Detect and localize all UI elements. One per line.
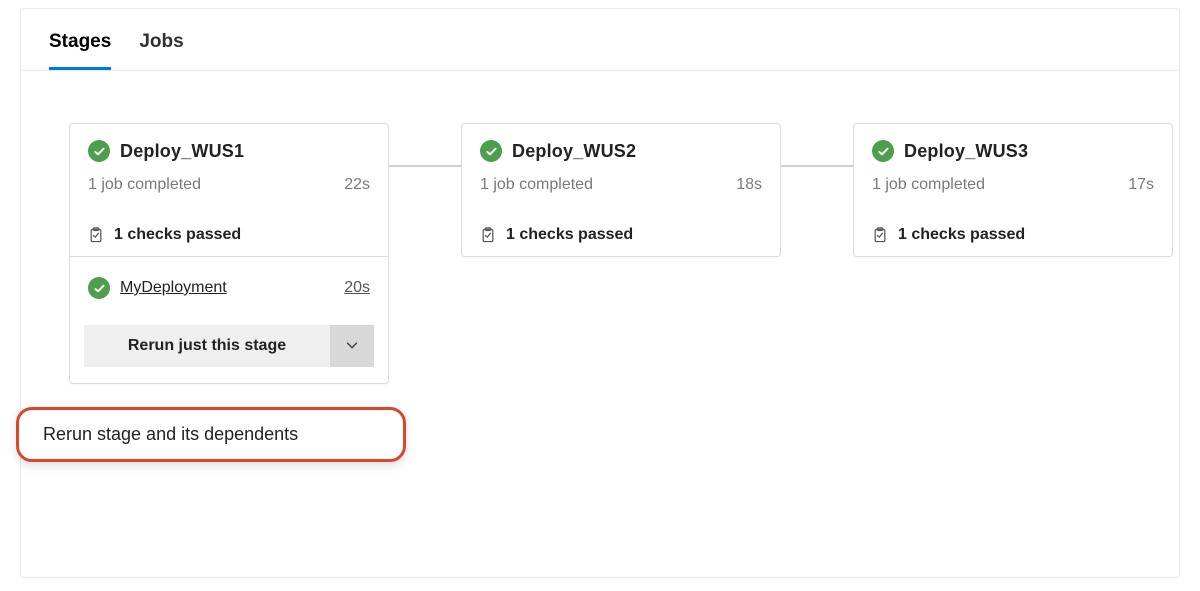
clipboard-check-icon [480, 226, 496, 244]
rerun-dropdown-toggle[interactable] [330, 325, 374, 367]
rerun-dropdown-menu: Rerun stage and its dependents [16, 407, 406, 462]
checks-text: 1 checks passed [898, 226, 1025, 244]
stage-duration: 18s [736, 176, 762, 194]
job-duration: 20s [344, 279, 370, 297]
tab-label: Stages [49, 31, 111, 52]
stage-title: Deploy_WUS2 [512, 141, 636, 162]
checks-row[interactable]: 1 checks passed [854, 212, 1172, 256]
stage-duration: 22s [344, 176, 370, 194]
checks-text: 1 checks passed [114, 226, 241, 244]
tab-label: Jobs [139, 31, 183, 52]
stage-title: Deploy_WUS3 [904, 141, 1028, 162]
pipeline-panel: Stages Jobs Deploy_WUS1 1 job completed … [20, 8, 1180, 578]
stage-connector [389, 165, 461, 167]
checks-row[interactable]: 1 checks passed [462, 212, 780, 256]
stage-expanded: MyDeployment 20s Rerun just this stage [70, 256, 388, 383]
tab-bar: Stages Jobs [21, 9, 1179, 71]
stage-title: Deploy_WUS1 [120, 141, 244, 162]
job-row[interactable]: MyDeployment 20s [84, 271, 374, 313]
stage-card[interactable]: Deploy_WUS2 1 job completed 18s 1 checks… [461, 123, 781, 257]
checks-row[interactable]: 1 checks passed [70, 212, 388, 256]
rerun-stage-and-dependents-option[interactable]: Rerun stage and its dependents [43, 424, 379, 445]
rerun-stage-button[interactable]: Rerun just this stage [84, 325, 330, 367]
clipboard-check-icon [872, 226, 888, 244]
stage-header: Deploy_WUS3 [854, 124, 1172, 168]
tab-stages[interactable]: Stages [49, 31, 111, 70]
stage-duration: 17s [1128, 176, 1154, 194]
success-check-icon [88, 140, 110, 162]
stage-connector [781, 165, 853, 167]
jobs-completed-text: 1 job completed [480, 176, 593, 194]
stage-card[interactable]: Deploy_WUS3 1 job completed 17s 1 checks… [853, 123, 1173, 257]
stage-header: Deploy_WUS2 [462, 124, 780, 168]
stage-header: Deploy_WUS1 [70, 124, 388, 168]
success-check-icon [480, 140, 502, 162]
checks-text: 1 checks passed [506, 226, 633, 244]
job-name-link[interactable]: MyDeployment [120, 279, 334, 297]
stage-card[interactable]: Deploy_WUS1 1 job completed 22s 1 checks… [69, 123, 389, 384]
chevron-down-icon [345, 338, 359, 355]
stage-summary: 1 job completed 22s [70, 168, 388, 212]
stage-summary: 1 job completed 18s [462, 168, 780, 212]
jobs-completed-text: 1 job completed [872, 176, 985, 194]
success-check-icon [88, 277, 110, 299]
stages-canvas: Deploy_WUS1 1 job completed 22s 1 checks… [21, 71, 1179, 436]
clipboard-check-icon [88, 226, 104, 244]
tab-jobs[interactable]: Jobs [139, 31, 183, 70]
jobs-completed-text: 1 job completed [88, 176, 201, 194]
success-check-icon [872, 140, 894, 162]
stages-row: Deploy_WUS1 1 job completed 22s 1 checks… [69, 123, 1131, 384]
stage-summary: 1 job completed 17s [854, 168, 1172, 212]
rerun-split-button: Rerun just this stage [84, 325, 374, 367]
